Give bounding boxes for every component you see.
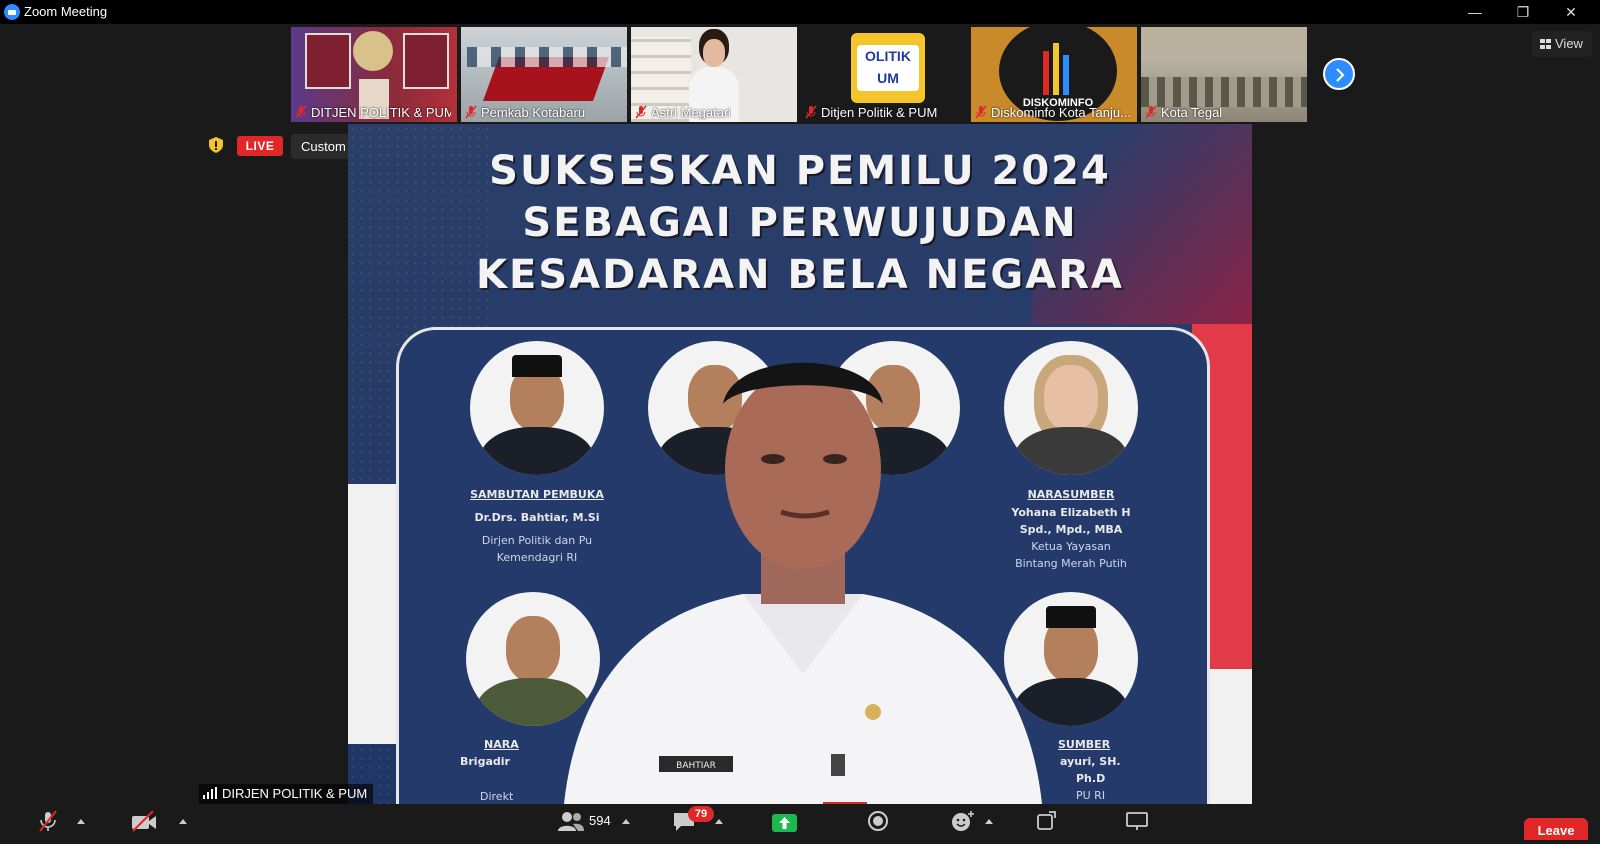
bar-mark — [1053, 43, 1059, 95]
share-screen-button[interactable] — [772, 814, 797, 832]
maximize-button[interactable]: ❐ — [1500, 0, 1546, 24]
participants-icon[interactable] — [557, 810, 585, 832]
presenter-face — [725, 369, 881, 569]
speaker-name: Ph.D — [1076, 772, 1106, 785]
chairs-row — [1141, 77, 1307, 107]
minimize-button[interactable]: — — [1452, 0, 1498, 24]
logo-text: OLITIK UM — [857, 45, 919, 91]
emblem-icon — [353, 31, 393, 71]
participant-thumbnail[interactable]: Kota Tegal — [1141, 27, 1307, 122]
leave-button[interactable]: Leave — [1524, 818, 1588, 840]
slide-headline-1: SUKSESKAN PEMILU 2024 — [489, 148, 1111, 194]
participant-thumbnail[interactable]: Pemkab Kotabaru — [461, 27, 627, 122]
security-shield-icon[interactable] — [209, 137, 223, 153]
apps-icon[interactable] — [1034, 810, 1058, 832]
muted-mic-icon — [975, 105, 987, 119]
bar-mark — [1063, 55, 1069, 95]
whiteboard-icon[interactable] — [1124, 810, 1150, 832]
participant-name: Kota Tegal — [1161, 105, 1223, 120]
gold-pin-icon — [865, 704, 881, 720]
live-badge[interactable]: LIVE — [237, 136, 283, 156]
participant-thumbnail[interactable]: Astri Megatari — [631, 27, 797, 122]
participant-name: Pemkab Kotabaru — [481, 105, 586, 120]
person-face — [703, 39, 725, 67]
reactions-caret[interactable] — [985, 819, 993, 824]
audio-options-caret[interactable] — [77, 819, 85, 824]
portrait-frame — [305, 33, 351, 89]
muted-mic-icon — [1145, 105, 1157, 119]
ceiling — [1141, 27, 1307, 57]
speaker-desc: PU RI — [1076, 789, 1106, 802]
video-off-icon[interactable] — [130, 810, 158, 832]
muted-mic-icon — [295, 105, 307, 119]
eye — [761, 454, 785, 464]
muted-mic-icon — [635, 105, 647, 119]
next-page-button[interactable] — [1323, 58, 1355, 90]
presenter-figure: BAHTIAR — [564, 362, 1042, 804]
pin-icon — [831, 754, 845, 776]
meeting-toolbar: 594 79 Leave — [0, 806, 1600, 840]
participant-name: Astri Megatari — [651, 105, 732, 120]
participant-name: Ditjen Politik & PUM — [821, 105, 938, 120]
title-bar: Zoom Meeting — ❐ ✕ — [0, 0, 1600, 24]
slide-headline-2: SEBAGAI PERWUJUDAN — [522, 200, 1078, 246]
id-card — [823, 802, 867, 804]
participant-count: 594 — [589, 813, 611, 828]
participant-name: DITJEN POLITIK & PUM — [311, 105, 451, 120]
portrait-frame — [403, 33, 449, 89]
participant-thumbnail[interactable]: OLITIK UM Ditjen Politik & PUM — [801, 27, 967, 122]
white-stripe — [348, 484, 398, 744]
signal-bars-icon — [203, 787, 217, 799]
active-speaker-tag: DIRJEN POLITIK & PUM — [199, 784, 374, 804]
muted-microphone-icon[interactable] — [37, 810, 59, 832]
share-arrow-icon — [779, 817, 790, 829]
record-icon[interactable] — [866, 810, 890, 832]
muted-mic-icon — [465, 105, 477, 119]
participant-thumbnail[interactable]: DITJEN POLITIK & PUM — [291, 27, 457, 122]
chat-caret[interactable] — [715, 819, 723, 824]
active-speaker-name: DIRJEN POLITIK & PUM — [222, 786, 368, 801]
people-row — [467, 47, 627, 67]
participant-thumbnail[interactable]: DISKOMINFO Diskominfo Kota Tanju... — [971, 27, 1137, 122]
participant-thumbnail-strip: DITJEN POLITIK & PUM Pemkab Kotabaru Ast… — [291, 27, 1311, 122]
video-options-caret[interactable] — [179, 819, 187, 824]
muted-mic-icon — [805, 105, 817, 119]
chevron-right-icon — [1336, 68, 1345, 82]
view-button[interactable]: View — [1532, 31, 1592, 57]
participants-caret[interactable] — [622, 819, 630, 824]
zoom-logo-icon — [4, 4, 20, 20]
active-speaker-video[interactable]: SUKSESKAN PEMILU 2024 SEBAGAI PERWUJUDAN… — [348, 124, 1252, 804]
name-badge-text: BAHTIAR — [676, 761, 716, 771]
politik-pum-logo: OLITIK UM — [851, 33, 925, 103]
participant-name: Diskominfo Kota Tanju... — [991, 105, 1131, 120]
close-button[interactable]: ✕ — [1548, 0, 1594, 24]
bar-mark — [1043, 51, 1049, 95]
eye — [823, 454, 847, 464]
view-label: View — [1555, 36, 1583, 51]
grid-icon — [1540, 39, 1551, 49]
chat-unread-badge: 79 — [688, 806, 714, 822]
reactions-icon[interactable] — [950, 810, 976, 832]
window-title: Zoom Meeting — [24, 4, 108, 19]
